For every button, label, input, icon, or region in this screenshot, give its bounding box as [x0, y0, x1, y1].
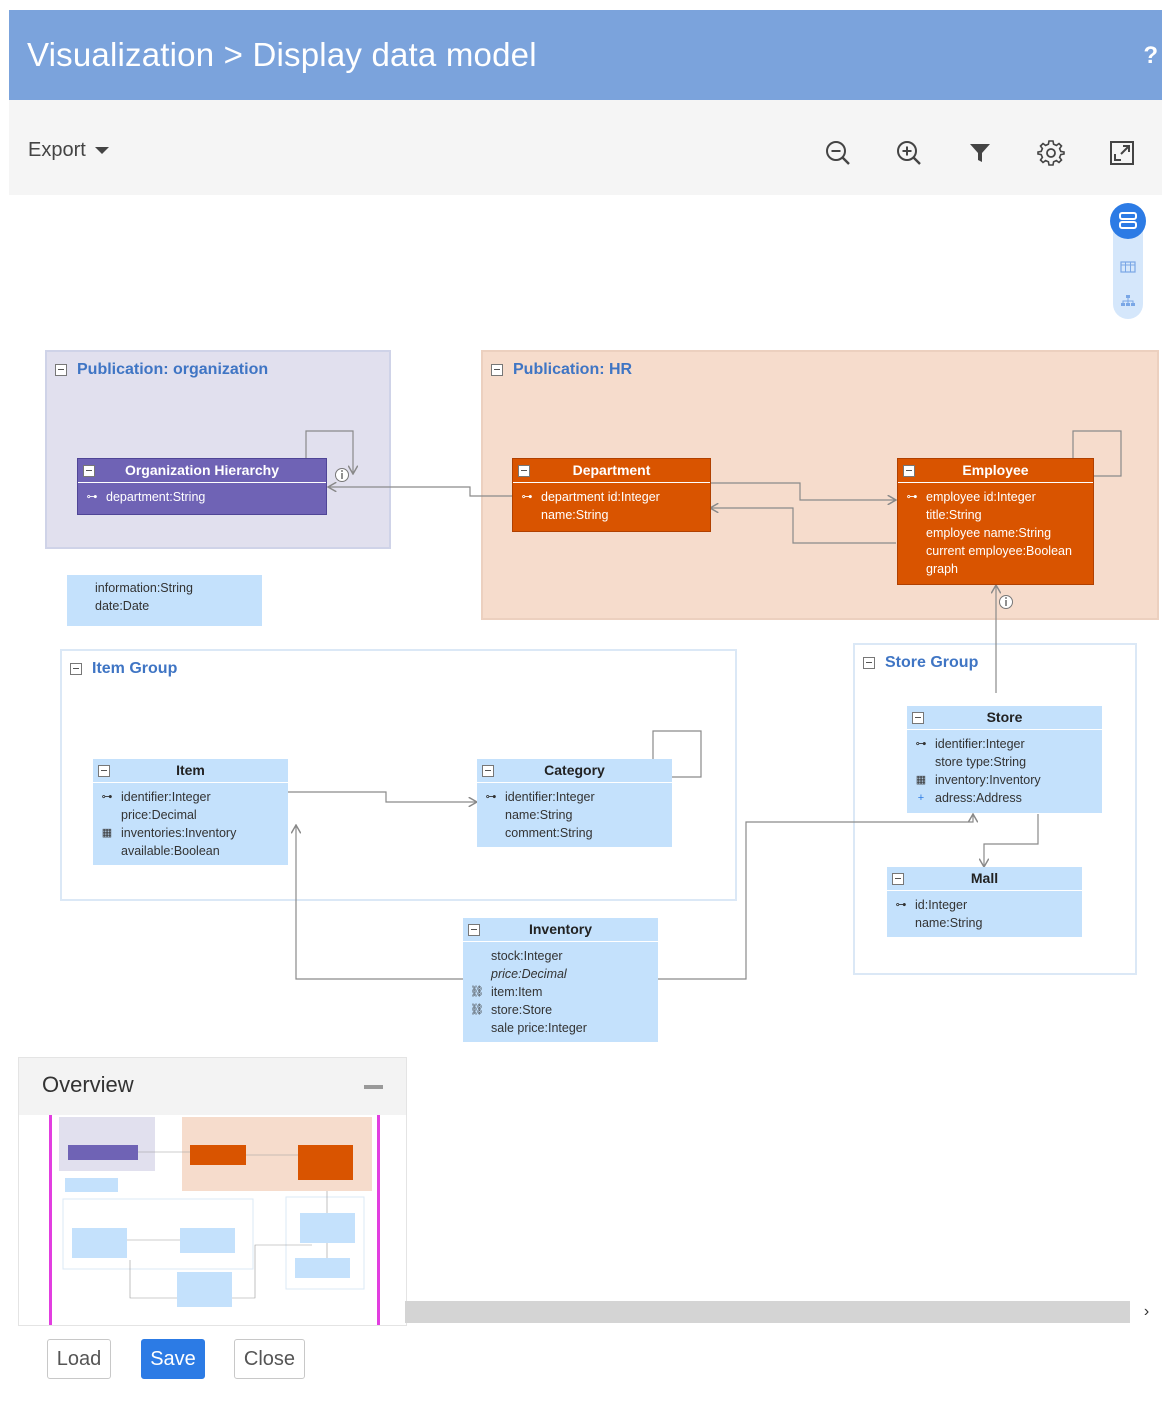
entity-title: Department	[572, 462, 651, 478]
entity-title: Store	[986, 709, 1023, 725]
key-icon: ⊶	[915, 738, 927, 750]
entity-field: graph	[926, 562, 958, 576]
entity-field: price:Decimal	[121, 808, 197, 822]
export-label: Export	[28, 139, 86, 161]
toolbar: Export	[9, 100, 1162, 195]
entity-mall[interactable]: Mall ⊶ id:Integer name:String	[887, 867, 1082, 937]
diagram-canvas[interactable]: Publication: organization Publication: H…	[18, 195, 1162, 1412]
key-icon: ⊶	[906, 491, 918, 503]
overview-title: Overview	[42, 1072, 134, 1097]
link-icon: ⛓	[470, 1004, 484, 1016]
collapse-icon[interactable]	[83, 465, 95, 477]
note-line: information:String	[95, 581, 193, 595]
scroll-right-arrow-icon[interactable]: ›	[1131, 1301, 1162, 1323]
entity-field: ▦ inventories:Inventory	[102, 824, 288, 842]
entity-title: Organization Hierarchy	[124, 462, 280, 478]
link-icon: ⛓	[470, 986, 484, 998]
entity-title: Inventory	[528, 921, 592, 937]
entity-field: ⊶ identifier:Integer	[916, 735, 1102, 753]
page-title: Visualization > Display data model	[27, 36, 537, 73]
entity-field: comment:String	[505, 826, 593, 840]
entity-field: ⊶ department:String	[87, 488, 326, 506]
entity-title: Employee	[962, 462, 1029, 478]
entity-title: Mall	[970, 870, 999, 886]
collapse-icon[interactable]	[903, 465, 915, 477]
entity-field: ▦ inventory:Inventory	[916, 771, 1102, 789]
entity-field: store type:String	[935, 755, 1027, 769]
collapse-icon[interactable]	[468, 924, 480, 936]
overview-minimap[interactable]	[49, 1115, 380, 1325]
zoom-in-icon[interactable]	[894, 138, 924, 168]
export-menu-button[interactable]: Export	[28, 139, 109, 162]
key-icon: ⊶	[895, 899, 907, 911]
close-button[interactable]: Close	[234, 1339, 305, 1379]
entity-department[interactable]: Department ⊶ department id:Integer name:S…	[512, 458, 711, 532]
collapse-icon[interactable]	[98, 765, 110, 777]
entity-organization-hierarchy[interactable]: Organization Hierarchy ⊶ department:Strin…	[77, 458, 327, 515]
collapse-icon[interactable]	[518, 465, 530, 477]
collapse-icon[interactable]	[912, 712, 924, 724]
entity-title: Category	[544, 762, 605, 778]
save-button[interactable]: Save	[141, 1339, 205, 1379]
app-window: Visualization > Display data model ? Exp…	[9, 10, 1162, 1412]
entity-field: stock:Integer	[491, 949, 563, 963]
entity-category[interactable]: Category ⊶ identifier:Integer name:String…	[477, 759, 672, 847]
collapse-icon[interactable]	[482, 765, 494, 777]
load-button[interactable]: Load	[47, 1339, 111, 1379]
entity-field: name:String	[541, 508, 609, 522]
entity-field: name:String	[505, 808, 573, 822]
fit-screen-icon[interactable]	[1107, 138, 1137, 168]
key-icon: ⊶	[521, 491, 533, 503]
entity-field: + adress:Address	[918, 789, 1102, 807]
title-bar: Visualization > Display data model ?	[9, 10, 1162, 100]
entity-field: employee name:String	[926, 526, 1052, 540]
entity-employee[interactable]: Employee ⊶ employee id:Integer title:Stri…	[897, 458, 1094, 585]
key-icon: ⊶	[101, 791, 113, 803]
entity-field: price:Decimal	[491, 967, 567, 981]
entity-title: Item	[176, 762, 205, 778]
entity-field: name:String	[915, 916, 983, 930]
entity-field: ⊶ employee id:Integer	[907, 488, 1093, 506]
collection-icon: ▦	[101, 827, 113, 839]
entity-field: current employee:Boolean	[926, 544, 1072, 558]
key-icon: ⊶	[86, 491, 98, 503]
overview-panel: Overview	[18, 1057, 407, 1326]
info-icon[interactable]	[335, 468, 349, 482]
entity-field: ⊶ identifier:Integer	[102, 788, 288, 806]
settings-icon[interactable]	[1036, 138, 1066, 168]
collection-icon: ▦	[915, 774, 927, 786]
entity-field: ⛓ store:Store	[470, 1003, 553, 1017]
entity-field: available:Boolean	[121, 844, 220, 858]
entity-field: title:String	[926, 508, 982, 522]
key-icon: ⊶	[485, 791, 497, 803]
entity-store[interactable]: Store ⊶ identifier:Integer store type:Str…	[907, 706, 1102, 813]
help-button[interactable]: ?	[1143, 42, 1158, 70]
entity-field: ⊶ id:Integer	[896, 896, 1082, 914]
entity-field: sale price:Integer	[491, 1021, 587, 1035]
chevron-down-icon	[94, 147, 109, 155]
minimize-icon[interactable]	[364, 1085, 383, 1089]
zoom-out-icon[interactable]	[823, 138, 853, 168]
entity-field: ⊶ department id:Integer	[522, 488, 710, 506]
entity-field: ⊶ identifier:Integer	[486, 788, 672, 806]
collapse-icon[interactable]	[892, 873, 904, 885]
horizontal-scrollbar[interactable]	[405, 1301, 1130, 1323]
filter-icon[interactable]	[965, 138, 995, 168]
note-card[interactable]: information:String date:Date	[67, 575, 262, 626]
entity-item[interactable]: Item ⊶ identifier:Integer price:Decimal ▦…	[93, 759, 288, 865]
entity-field: ⛓ item:Item	[470, 985, 543, 999]
note-line: date:Date	[95, 599, 150, 613]
info-icon[interactable]	[999, 595, 1013, 609]
entity-inventory[interactable]: Inventory stock:Integer price:Decimal ⛓ i…	[463, 918, 658, 1042]
minimap-thumbnail	[59, 1117, 372, 1307]
plus-icon: +	[917, 792, 925, 804]
